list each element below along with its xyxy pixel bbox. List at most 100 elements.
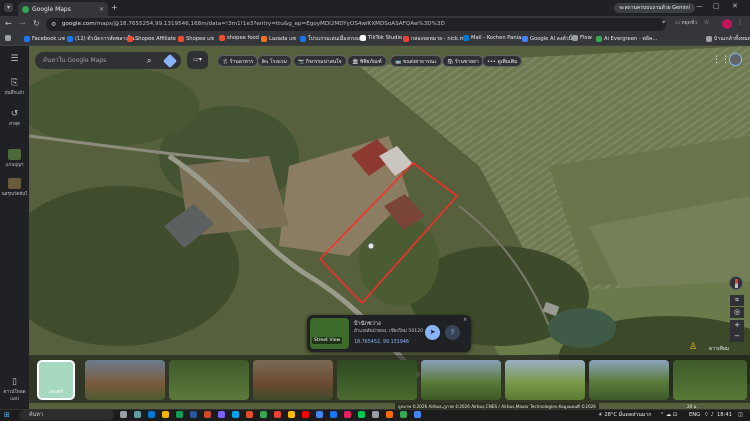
- app-icon[interactable]: [260, 411, 267, 418]
- share-button[interactable]: ⇪: [445, 325, 460, 340]
- bookmark-item[interactable]: Shopee Affiliate แซ: [127, 35, 184, 43]
- bookmark-item[interactable]: TikTok Studio: [360, 35, 402, 41]
- windows-start-icon[interactable]: ⊞: [4, 411, 10, 419]
- map-type-label[interactable]: ดาวเทียม: [709, 345, 729, 353]
- bookmark-item[interactable]: Ai Evergreen - พลิค...: [596, 35, 657, 43]
- nearby-photo[interactable]: [169, 360, 249, 400]
- browser-tab[interactable]: Google Maps ✕: [18, 2, 108, 16]
- bookmark-item[interactable]: Lazada แซ: [261, 35, 296, 43]
- app-icon[interactable]: [400, 411, 407, 418]
- bookmark-item[interactable]: กล่องจดหมาย - nick.m...: [403, 35, 470, 43]
- my-location-icon[interactable]: ◎: [730, 307, 744, 318]
- zoom-out-button[interactable]: −: [730, 331, 744, 342]
- gemini-button[interactable]: จะสถานครบบบถามด้วย Gemini: [614, 3, 695, 13]
- notification-icon[interactable]: ◫: [738, 410, 743, 420]
- maximize-icon[interactable]: ▢: [713, 2, 720, 10]
- store-icon[interactable]: [232, 411, 239, 418]
- nearby-photo[interactable]: [505, 360, 585, 400]
- all-bookmarks-folder[interactable]: บ้านเกล้าทั้งหมด: [706, 35, 750, 43]
- sidebar-item-recent-place[interactable]: แกนบุญฯ: [0, 149, 29, 168]
- search-input[interactable]: ค้นหาใน Google Maps: [35, 52, 181, 69]
- weather-widget[interactable]: ☀ 28°C มีแดดส่วนมาก: [598, 410, 651, 420]
- street-view-toggle-icon[interactable]: ⌗: [730, 295, 744, 306]
- bookmark-item[interactable]: Google AI ลงตัวนิ้น: [522, 35, 576, 43]
- category-chip[interactable]: 🏛 พิพิธภัณฑ์: [347, 55, 387, 67]
- tray-icons[interactable]: ⌃ ☁ ⊡: [660, 410, 677, 420]
- pegman-icon[interactable]: ♙: [689, 342, 697, 352]
- app-icon[interactable]: [274, 411, 281, 418]
- sidebar-item-saved[interactable]: ⎘ บันทึกแล้ว: [0, 78, 29, 96]
- nearby-photo[interactable]: [253, 360, 333, 400]
- sidebar-item-recent[interactable]: ↺ ล่าสุด: [0, 109, 29, 127]
- app-icon[interactable]: [288, 411, 295, 418]
- nearby-photo[interactable]: [337, 360, 417, 400]
- task-view-icon[interactable]: [120, 411, 127, 418]
- close-window-icon[interactable]: ✕: [732, 2, 738, 10]
- address-bar[interactable]: ⚙ google.com/maps/@18.7655254,99.1319546…: [46, 18, 666, 31]
- line-icon[interactable]: [358, 411, 365, 418]
- nearby-photo[interactable]: [589, 360, 669, 400]
- reload-icon[interactable]: ↻: [33, 19, 40, 28]
- compass-icon[interactable]: [729, 276, 743, 290]
- powerpoint-icon[interactable]: [204, 411, 211, 418]
- app-icon[interactable]: [218, 411, 225, 418]
- category-chip[interactable]: 📷 กิจกรรมน่าสนใจ: [293, 55, 347, 67]
- category-chip[interactable]: 🛏 โรงแรม: [257, 55, 292, 67]
- app-icon[interactable]: [344, 411, 351, 418]
- bookmark-item[interactable]: Mail - Kochen Pania...: [463, 35, 526, 41]
- bookmark-item[interactable]: Flow: [572, 35, 592, 41]
- word-icon[interactable]: [190, 411, 197, 418]
- site-info-icon[interactable]: ⚙: [51, 18, 56, 31]
- close-card-icon[interactable]: ×: [463, 317, 467, 323]
- minimize-icon[interactable]: —: [696, 2, 703, 10]
- edge-icon[interactable]: [148, 411, 155, 418]
- sidebar-item-recent-place[interactable]: นลรุณวัตยันใ: [0, 178, 29, 197]
- bookmark-item[interactable]: โปรแกรมเล่นเมืองกรอง...: [300, 35, 365, 43]
- google-apps-icon[interactable]: ⋮⋮: [712, 55, 730, 65]
- back-icon[interactable]: ←: [5, 19, 12, 28]
- zoom-in-button[interactable]: +: [730, 320, 744, 331]
- app-icon[interactable]: [372, 411, 379, 418]
- excel-icon[interactable]: [176, 411, 183, 418]
- app-icon[interactable]: [330, 411, 337, 418]
- directions-button[interactable]: ➤: [425, 325, 440, 340]
- place-photo[interactable]: [310, 318, 349, 349]
- app-icon[interactable]: [386, 411, 393, 418]
- bookmark-star-icon[interactable]: ☆: [704, 19, 709, 26]
- nearby-photo[interactable]: [85, 360, 165, 400]
- app-icon[interactable]: [316, 411, 323, 418]
- nearby-photo[interactable]: [421, 360, 501, 400]
- category-chip[interactable]: ••• ดูเพิ่มเติม: [482, 55, 523, 67]
- nearby-photo[interactable]: [673, 360, 747, 400]
- widgets-icon[interactable]: [134, 411, 141, 418]
- sidebar-item-app-download[interactable]: ▯ ดาวน์โหลดแอป: [0, 377, 29, 402]
- account-avatar[interactable]: [729, 53, 742, 66]
- youtube-icon[interactable]: [302, 411, 309, 418]
- layer-toggle-thumbnail[interactable]: เลเยอร์: [37, 360, 75, 400]
- location-icon[interactable]: ⌖: [662, 19, 665, 27]
- file-explorer-icon[interactable]: [162, 411, 169, 418]
- profile-avatar[interactable]: [722, 19, 732, 29]
- app-icon[interactable]: [246, 411, 253, 418]
- search-icon[interactable]: ⌕: [147, 56, 151, 66]
- forward-icon[interactable]: →: [19, 19, 26, 28]
- profile-status[interactable]: ▭ หยุดชั่ว: [675, 19, 697, 27]
- new-tab-button[interactable]: +: [111, 3, 118, 12]
- apps-grid-icon[interactable]: [5, 35, 13, 41]
- bookmark-item[interactable]: Facebook แซ: [24, 35, 65, 43]
- category-chip[interactable]: 🛍 ร้านขายยา: [442, 55, 484, 67]
- category-chip[interactable]: 🚌 ขนส่งสาธารณะ: [390, 55, 442, 67]
- category-chip[interactable]: 🍴 ร้านอาหาร: [217, 55, 259, 67]
- hamburger-menu-icon[interactable]: ☰: [0, 54, 29, 65]
- bookmark-item[interactable]: shopee food: [219, 35, 259, 41]
- bookmark-item[interactable]: Shopee แซ: [178, 35, 214, 43]
- network-volume-icons[interactable]: ⌔ ♪: [704, 410, 714, 420]
- chrome-icon[interactable]: [414, 411, 421, 418]
- menu-dots-icon[interactable]: ⋮: [737, 19, 743, 26]
- tab-search-icon[interactable]: ▾: [4, 3, 13, 12]
- layers-dropdown-button[interactable]: ▭▾: [187, 51, 208, 69]
- input-language[interactable]: ENG: [689, 410, 700, 420]
- close-tab-icon[interactable]: ✕: [99, 6, 104, 13]
- taskbar-search-input[interactable]: ค้นหา: [19, 410, 114, 420]
- place-coordinates[interactable]: 18.765452, 99.131946: [354, 340, 409, 345]
